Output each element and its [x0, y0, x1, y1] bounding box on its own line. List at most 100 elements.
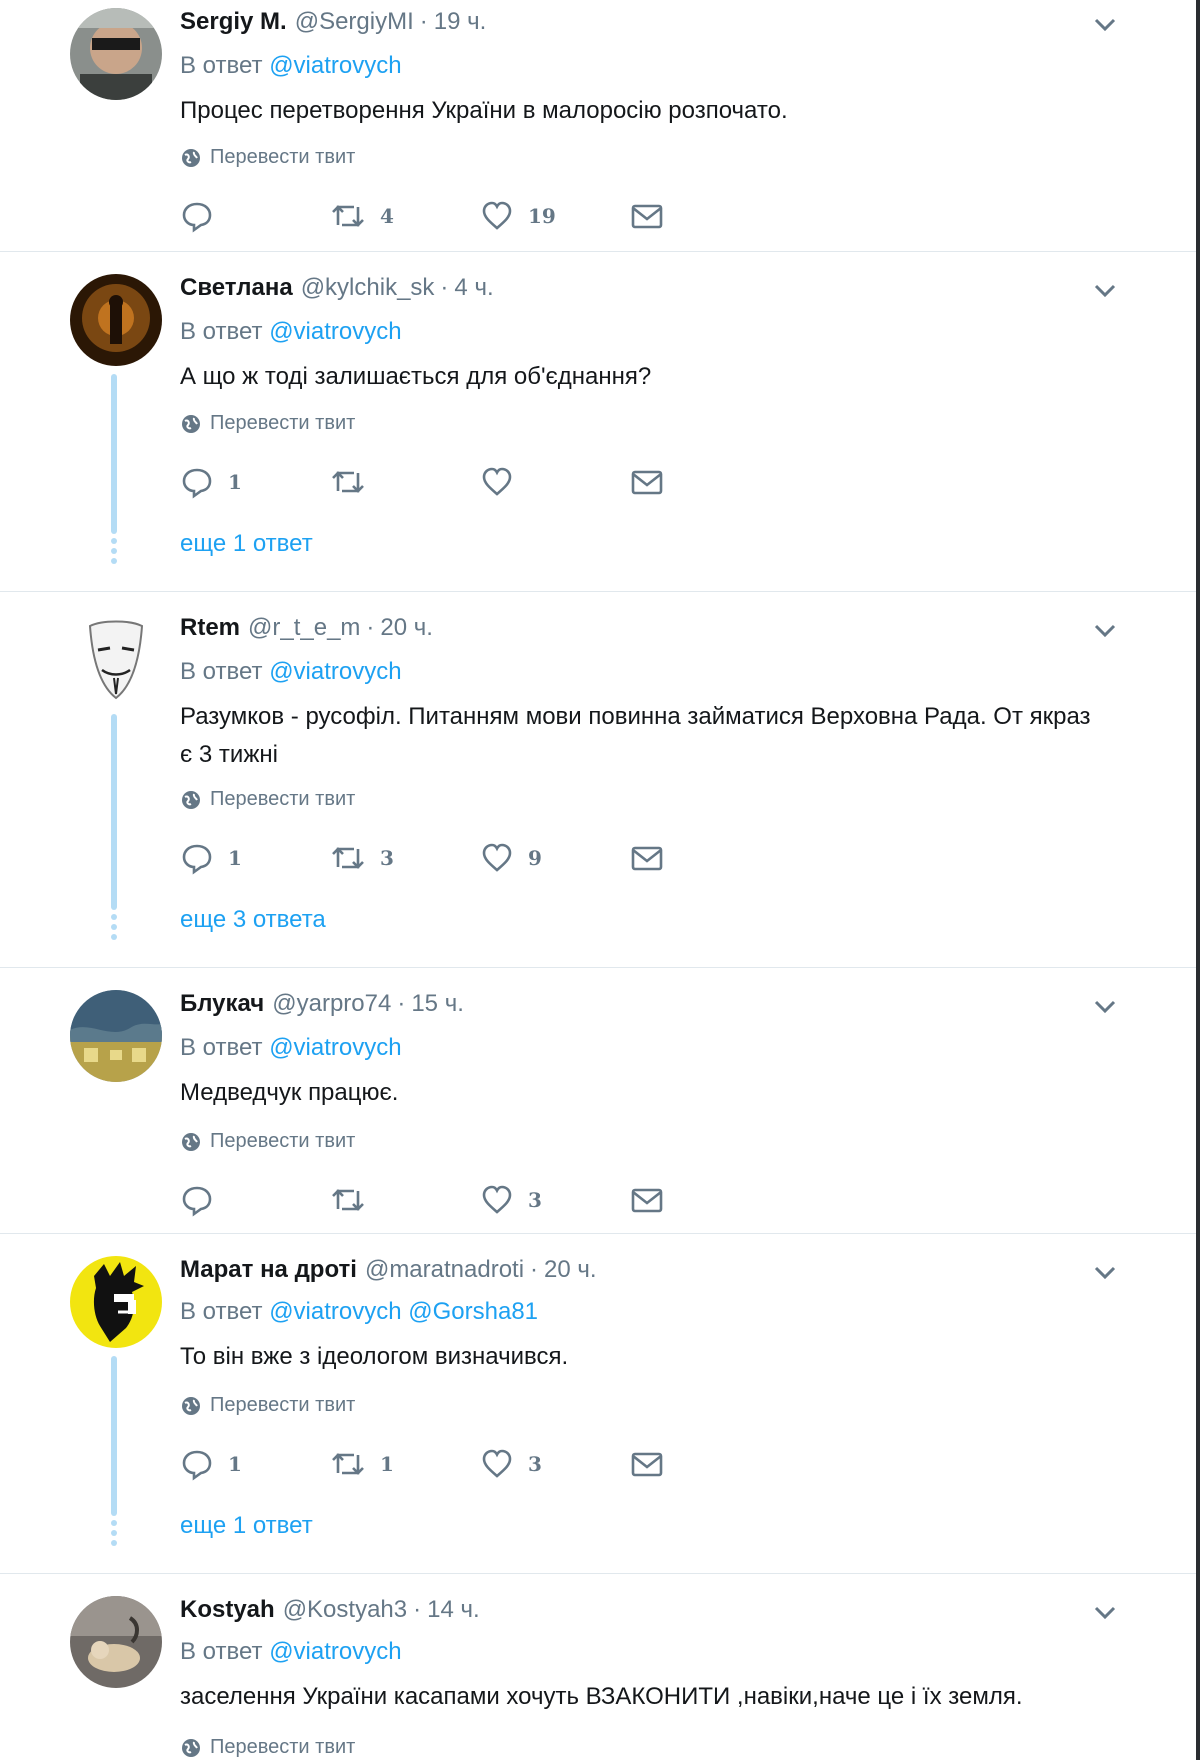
tweet-card[interactable]: Sergiy M. @SergiyMI · 19 ч. В ответ @via…: [0, 0, 1196, 252]
reply-button[interactable]: 1: [180, 1446, 242, 1482]
direct-message-button[interactable]: [630, 464, 664, 500]
thread-line: [111, 714, 117, 910]
display-name[interactable]: Sergiy M.: [180, 8, 287, 36]
translate-link[interactable]: Перевести твит: [180, 1130, 355, 1153]
action-bar: 3: [180, 1182, 700, 1218]
reply-button[interactable]: 1: [180, 840, 242, 876]
like-button[interactable]: 19: [480, 198, 556, 234]
timestamp[interactable]: 20 ч.: [380, 614, 433, 642]
retweet-button[interactable]: [330, 464, 380, 500]
tweet-card[interactable]: Rtem @r_t_e_m · 20 ч. В ответ @viatrovyc…: [0, 592, 1196, 968]
reply-button[interactable]: [180, 198, 228, 234]
user-handle[interactable]: @r_t_e_m: [248, 614, 360, 642]
tweet-card[interactable]: Светлана @kylchik_sk · 4 ч. В ответ @via…: [0, 252, 1196, 592]
translate-label: Перевести твит: [210, 1130, 356, 1152]
like-button[interactable]: 3: [480, 1446, 542, 1482]
timestamp[interactable]: 15 ч.: [411, 990, 464, 1018]
avatar[interactable]: [70, 990, 162, 1082]
like-button[interactable]: 9: [480, 840, 542, 876]
show-more-replies-link[interactable]: еще 1 ответ: [180, 530, 313, 558]
heart-icon: [482, 1185, 512, 1214]
user-handle[interactable]: @SergiyMI: [295, 8, 414, 36]
display-name[interactable]: Светлана: [180, 274, 293, 302]
retweet-icon: [332, 1453, 364, 1475]
reply-button[interactable]: 1: [180, 464, 242, 500]
mention-link[interactable]: @viatrovych: [269, 52, 401, 79]
globe-icon: [182, 1132, 200, 1151]
timestamp[interactable]: 20 ч.: [544, 1256, 597, 1284]
reply-to-line: В ответ @viatrovych: [180, 1638, 402, 1666]
envelope-icon: [631, 1188, 663, 1213]
direct-message-button[interactable]: [630, 840, 664, 876]
heart-icon: [482, 1449, 512, 1478]
retweet-icon: [332, 847, 364, 869]
show-more-replies-link[interactable]: еще 3 ответа: [180, 906, 326, 934]
retweet-icon: [332, 471, 364, 493]
display-name[interactable]: Блукач: [180, 990, 264, 1018]
retweet-button[interactable]: 4: [330, 198, 394, 234]
user-handle[interactable]: @maratnadroti: [365, 1256, 524, 1284]
chevron-down-icon[interactable]: [1090, 10, 1120, 40]
chevron-down-icon[interactable]: [1090, 616, 1120, 646]
translate-link[interactable]: Перевести твит: [180, 1394, 355, 1417]
user-handle[interactable]: @yarpro74: [272, 990, 391, 1018]
separator-dot: ·: [530, 1256, 539, 1283]
avatar[interactable]: [70, 1596, 162, 1688]
mention-link[interactable]: @viatrovych: [269, 318, 401, 345]
retweet-button[interactable]: 1: [330, 1446, 394, 1482]
like-button[interactable]: [480, 464, 528, 500]
user-handle[interactable]: @kylchik_sk: [301, 274, 435, 302]
tweet-card[interactable]: Марат на дроті @maratnadroti · 20 ч. В о…: [0, 1234, 1196, 1574]
reply-to-line: В ответ @viatrovych: [180, 1034, 402, 1062]
chevron-down-icon[interactable]: [1090, 992, 1120, 1022]
avatar[interactable]: [70, 614, 162, 706]
tweet-header: Rtem @r_t_e_m · 20 ч.: [180, 614, 433, 644]
translate-label: Перевести твит: [210, 788, 356, 810]
avatar[interactable]: [70, 1256, 162, 1348]
tweet-header: Sergiy M. @SergiyMI · 19 ч.: [180, 8, 486, 38]
timestamp[interactable]: 19 ч.: [434, 8, 487, 36]
show-more-replies-link[interactable]: еще 1 ответ: [180, 1512, 313, 1540]
translate-link[interactable]: Перевести твит: [180, 788, 355, 811]
display-name[interactable]: Марат на дроті: [180, 1256, 357, 1284]
retweet-button[interactable]: 3: [330, 840, 394, 876]
timestamp[interactable]: 4 ч.: [454, 274, 493, 302]
tweet-card[interactable]: Блукач @yarpro74 · 15 ч. В ответ @viatro…: [0, 968, 1196, 1234]
translate-link[interactable]: Перевести твит: [180, 1736, 355, 1759]
chevron-down-icon[interactable]: [1090, 1258, 1120, 1288]
reply-button[interactable]: [180, 1182, 228, 1218]
chevron-down-icon[interactable]: [1090, 276, 1120, 306]
reply-to-line: В ответ @viatrovych @Gorsha81: [180, 1298, 538, 1326]
mention-link[interactable]: @viatrovych: [269, 1298, 401, 1325]
chevron-down-icon[interactable]: [1090, 1598, 1120, 1628]
direct-message-button[interactable]: [630, 1446, 664, 1482]
avatar[interactable]: [70, 274, 162, 366]
avatar[interactable]: [70, 8, 162, 100]
thread-line: [111, 374, 117, 534]
timestamp[interactable]: 14 ч.: [427, 1596, 480, 1624]
translate-link[interactable]: Перевести твит: [180, 146, 355, 169]
translate-label: Перевести твит: [210, 146, 356, 168]
display-name[interactable]: Kostyah: [180, 1596, 275, 1624]
like-count: 9: [528, 846, 542, 870]
reply-icon: [182, 1450, 212, 1481]
globe-icon: [182, 1738, 200, 1757]
action-bar: 1 1 3: [180, 1446, 700, 1482]
separator-dot: ·: [419, 8, 428, 35]
retweet-button[interactable]: [330, 1182, 380, 1218]
display-name[interactable]: Rtem: [180, 614, 240, 642]
direct-message-button[interactable]: [630, 198, 664, 234]
translate-link[interactable]: Перевести твит: [180, 412, 355, 435]
like-button[interactable]: 3: [480, 1182, 542, 1218]
direct-message-button[interactable]: [630, 1182, 664, 1218]
user-handle[interactable]: @Kostyah3: [283, 1596, 407, 1624]
mention-link[interactable]: @viatrovych: [269, 658, 401, 685]
mention-link[interactable]: @viatrovych: [269, 1034, 401, 1061]
mention-link[interactable]: @viatrovych: [269, 1638, 401, 1665]
reply-to-label: В ответ: [180, 52, 263, 79]
tweet-header: Kostyah @Kostyah3 · 14 ч.: [180, 1596, 480, 1626]
tweet-card[interactable]: Kostyah @Kostyah3 · 14 ч. В ответ @viatr…: [0, 1574, 1196, 1760]
like-count: 19: [528, 204, 556, 228]
mention-link[interactable]: @Gorsha81: [408, 1298, 538, 1325]
globe-icon: [182, 148, 200, 167]
